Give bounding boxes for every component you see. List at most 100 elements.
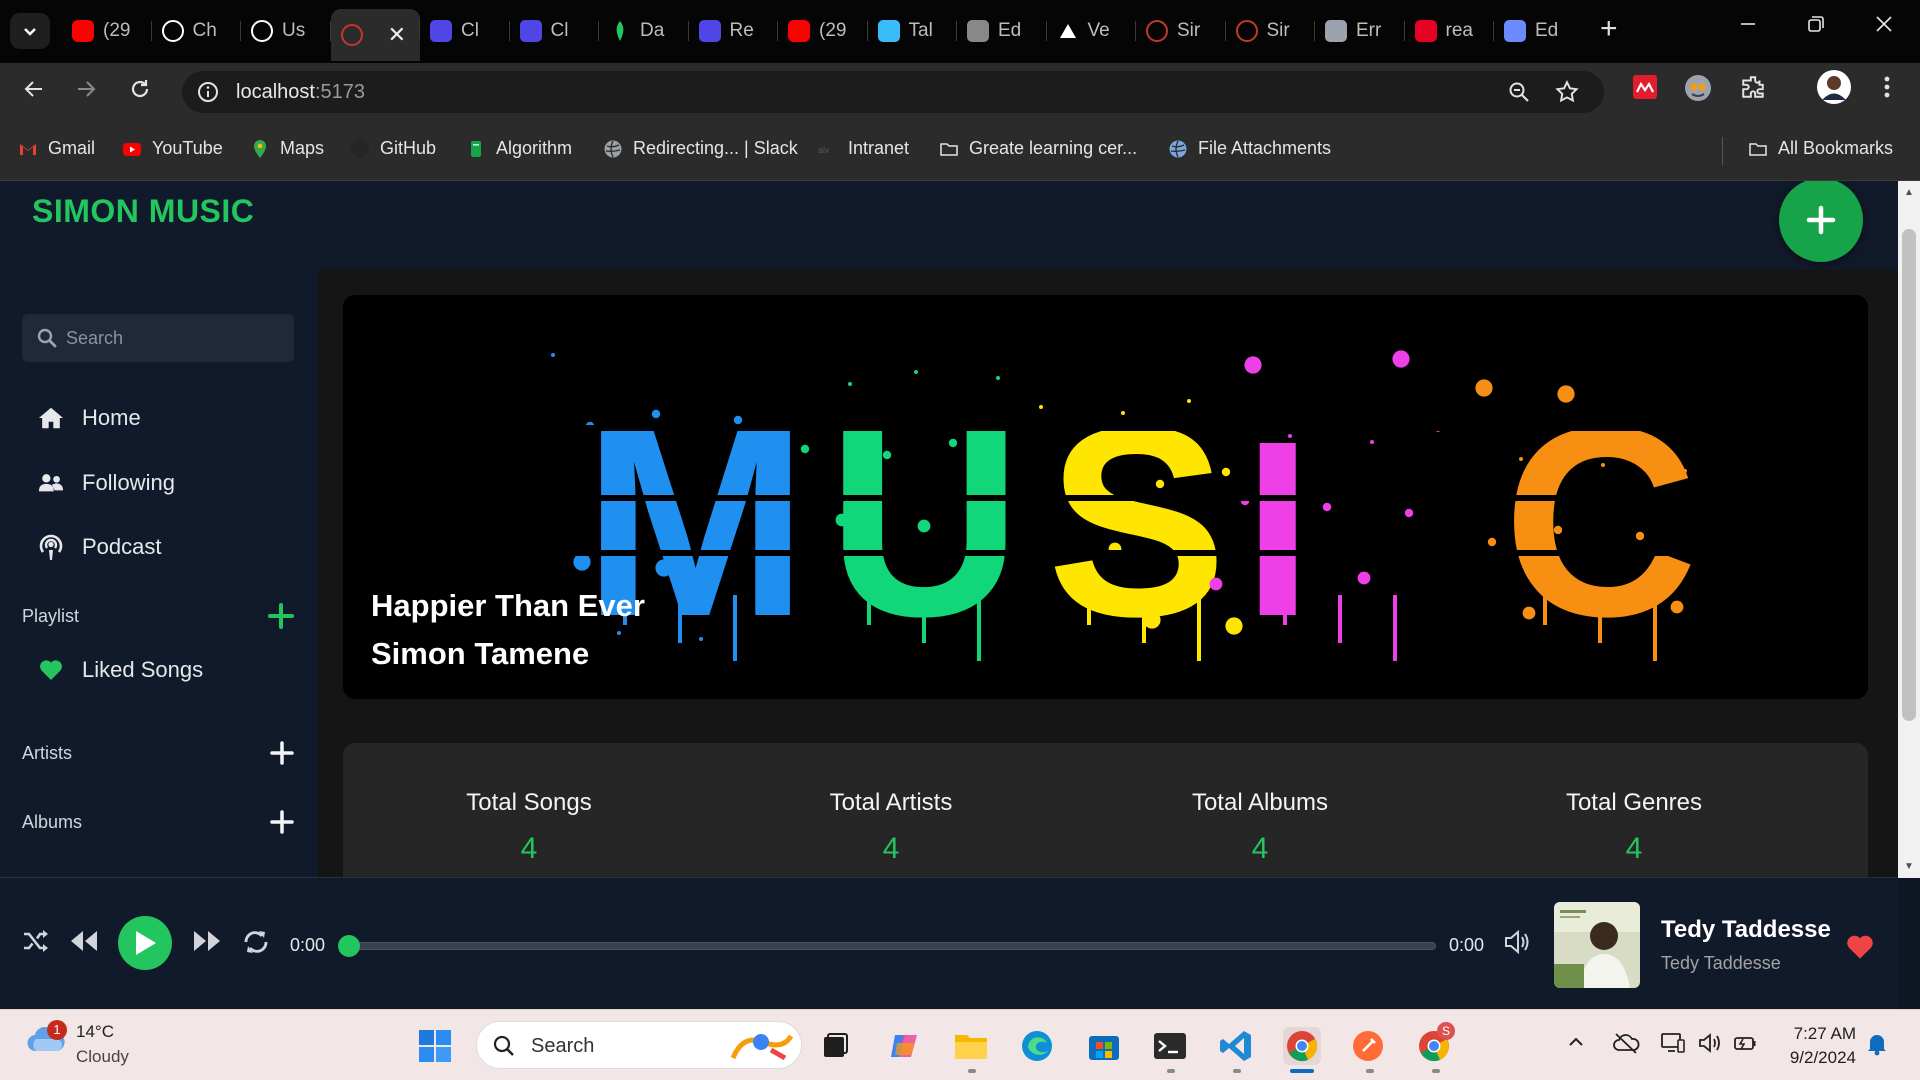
browser-tab[interactable]: Ed <box>957 11 1047 51</box>
restore-button[interactable] <box>1806 14 1826 34</box>
bookmark-maps[interactable]: Maps <box>250 138 324 159</box>
paint-splatter <box>917 519 931 533</box>
bookmark-gmail[interactable]: Gmail <box>18 138 95 159</box>
bookmark-youtube[interactable]: YouTube <box>122 138 223 159</box>
repeat-button[interactable] <box>242 928 270 956</box>
volume-button[interactable] <box>1504 930 1532 954</box>
browser-tab[interactable]: Ch <box>152 11 242 51</box>
page-scrollbar[interactable]: ▲ ▼ <box>1898 181 1920 878</box>
hero-song-title: Happier Than Ever <box>371 588 645 623</box>
file-explorer-button[interactable] <box>952 1027 990 1065</box>
progress-knob[interactable] <box>338 935 360 957</box>
address-bar[interactable]: localhost:5173 <box>182 71 1604 113</box>
forward-button[interactable] <box>74 77 98 101</box>
speaker-icon[interactable] <box>1698 1032 1724 1054</box>
browser-tab[interactable]: Cl <box>510 11 600 51</box>
extensions-puzzle-icon[interactable] <box>1740 74 1766 100</box>
browser-menu-icon[interactable] <box>1880 74 1894 100</box>
new-tab-button[interactable]: + <box>1600 14 1618 44</box>
system-clock[interactable]: 7:27 AM 9/2/2024 <box>1754 1022 1856 1070</box>
start-button[interactable] <box>416 1027 454 1065</box>
nav-following[interactable]: Following <box>38 470 175 496</box>
add-artist-button[interactable] <box>270 741 294 765</box>
add-song-button[interactable] <box>1779 181 1863 262</box>
scroll-up-arrow-icon[interactable]: ▲ <box>1904 187 1914 198</box>
nav-home[interactable]: Home <box>38 405 141 431</box>
vscode-button[interactable] <box>1217 1027 1255 1065</box>
browser-tab[interactable]: ✕ <box>330 9 420 61</box>
close-window-button[interactable] <box>1874 14 1894 34</box>
profile-avatar[interactable] <box>1816 69 1852 105</box>
back-button[interactable] <box>22 77 46 101</box>
all-bookmarks-button[interactable]: All Bookmarks <box>1748 138 1893 159</box>
nav-liked-songs[interactable]: Liked Songs <box>38 657 203 683</box>
microsoft-store-button[interactable] <box>1085 1027 1123 1065</box>
taskbar-search[interactable]: Search <box>476 1021 802 1069</box>
now-playing-artist[interactable]: Tedy Taddesse <box>1661 953 1781 974</box>
scrollbar-thumb[interactable] <box>1902 229 1916 721</box>
bookmark-algorithm[interactable]: Algorithm <box>466 138 572 159</box>
bookmark-file-attachments[interactable]: File Attachments <box>1168 138 1331 159</box>
postman-button[interactable] <box>1349 1027 1387 1065</box>
browser-tab[interactable]: rea <box>1405 11 1495 51</box>
browser-tab[interactable]: Us <box>241 11 331 51</box>
now-playing-title[interactable]: Tedy Taddesse <box>1661 916 1831 944</box>
tab-search-button[interactable] <box>10 13 50 49</box>
bookmark-slack[interactable]: Redirecting... | Slack <box>603 138 798 159</box>
browser-tab[interactable]: Ve <box>1047 11 1137 51</box>
add-album-button[interactable] <box>270 810 294 834</box>
tray-overflow-button[interactable] <box>1566 1032 1586 1052</box>
minimize-button[interactable] <box>1738 14 1758 34</box>
task-view-button[interactable] <box>816 1027 854 1065</box>
reload-button[interactable] <box>128 77 152 101</box>
letter-cut-stripe <box>1233 550 1473 556</box>
like-button[interactable] <box>1846 934 1874 960</box>
browser-tab[interactable]: Cl <box>420 11 510 51</box>
bookmark-github[interactable]: GitHub <box>350 138 436 159</box>
browser-tab[interactable]: Tal <box>868 11 958 51</box>
weather-temp: 14°C <box>76 1022 114 1041</box>
search-input[interactable] <box>66 314 286 362</box>
copilot-button[interactable] <box>885 1027 923 1065</box>
browser-tab[interactable]: (29 <box>778 11 868 51</box>
add-playlist-button[interactable] <box>268 603 294 629</box>
nav-label: Home <box>82 405 141 430</box>
nav-podcast[interactable]: Podcast <box>38 534 162 560</box>
users-icon <box>38 470 64 496</box>
sidebar-search[interactable] <box>22 314 294 362</box>
app-brand[interactable]: SIMON MUSIC <box>32 193 254 230</box>
browser-tab[interactable]: Re <box>689 11 779 51</box>
book-icon <box>471 140 481 157</box>
browser-tab[interactable]: Da <box>599 11 689 51</box>
next-button[interactable] <box>192 928 222 954</box>
avatar-extension-icon[interactable] <box>1684 74 1712 102</box>
bookmark-star-icon[interactable] <box>1554 79 1580 105</box>
site-info-icon[interactable] <box>196 80 220 104</box>
bookmark-intranet[interactable]: alx Intranet <box>818 138 909 159</box>
minimize-icon <box>1741 23 1755 25</box>
terminal-button[interactable] <box>1151 1027 1189 1065</box>
url-text[interactable]: localhost:5173 <box>236 81 365 104</box>
play-button[interactable] <box>118 916 172 970</box>
album-cover[interactable] <box>1554 902 1640 988</box>
paint-splatter <box>1487 537 1497 547</box>
browser-tab[interactable]: Sir <box>1226 11 1316 51</box>
browser-tab[interactable]: Ed <box>1494 11 1584 51</box>
previous-button[interactable] <box>69 928 99 954</box>
display-icon[interactable] <box>1660 1032 1686 1054</box>
browser-tab[interactable]: Err <box>1315 11 1405 51</box>
progress-track[interactable] <box>348 942 1436 950</box>
notifications-icon[interactable] <box>1866 1032 1888 1056</box>
hero-banner[interactable]: MUSIC Happier Than Ever Simon Tamene <box>343 295 1868 699</box>
mendeley-extension-icon[interactable] <box>1632 74 1658 100</box>
onedrive-icon[interactable] <box>1612 1032 1640 1054</box>
shuffle-button[interactable] <box>22 928 50 954</box>
scroll-down-arrow-icon[interactable]: ▼ <box>1904 861 1914 872</box>
zoom-icon[interactable] <box>1507 80 1531 104</box>
close-tab-icon[interactable]: ✕ <box>388 22 406 48</box>
browser-tab[interactable]: Sir <box>1136 11 1226 51</box>
browser-tab[interactable]: (29 <box>62 11 152 51</box>
edge-button[interactable] <box>1018 1027 1056 1065</box>
chrome-button[interactable] <box>1283 1027 1321 1065</box>
bookmark-great-learning[interactable]: Greate learning cer... <box>939 138 1137 159</box>
